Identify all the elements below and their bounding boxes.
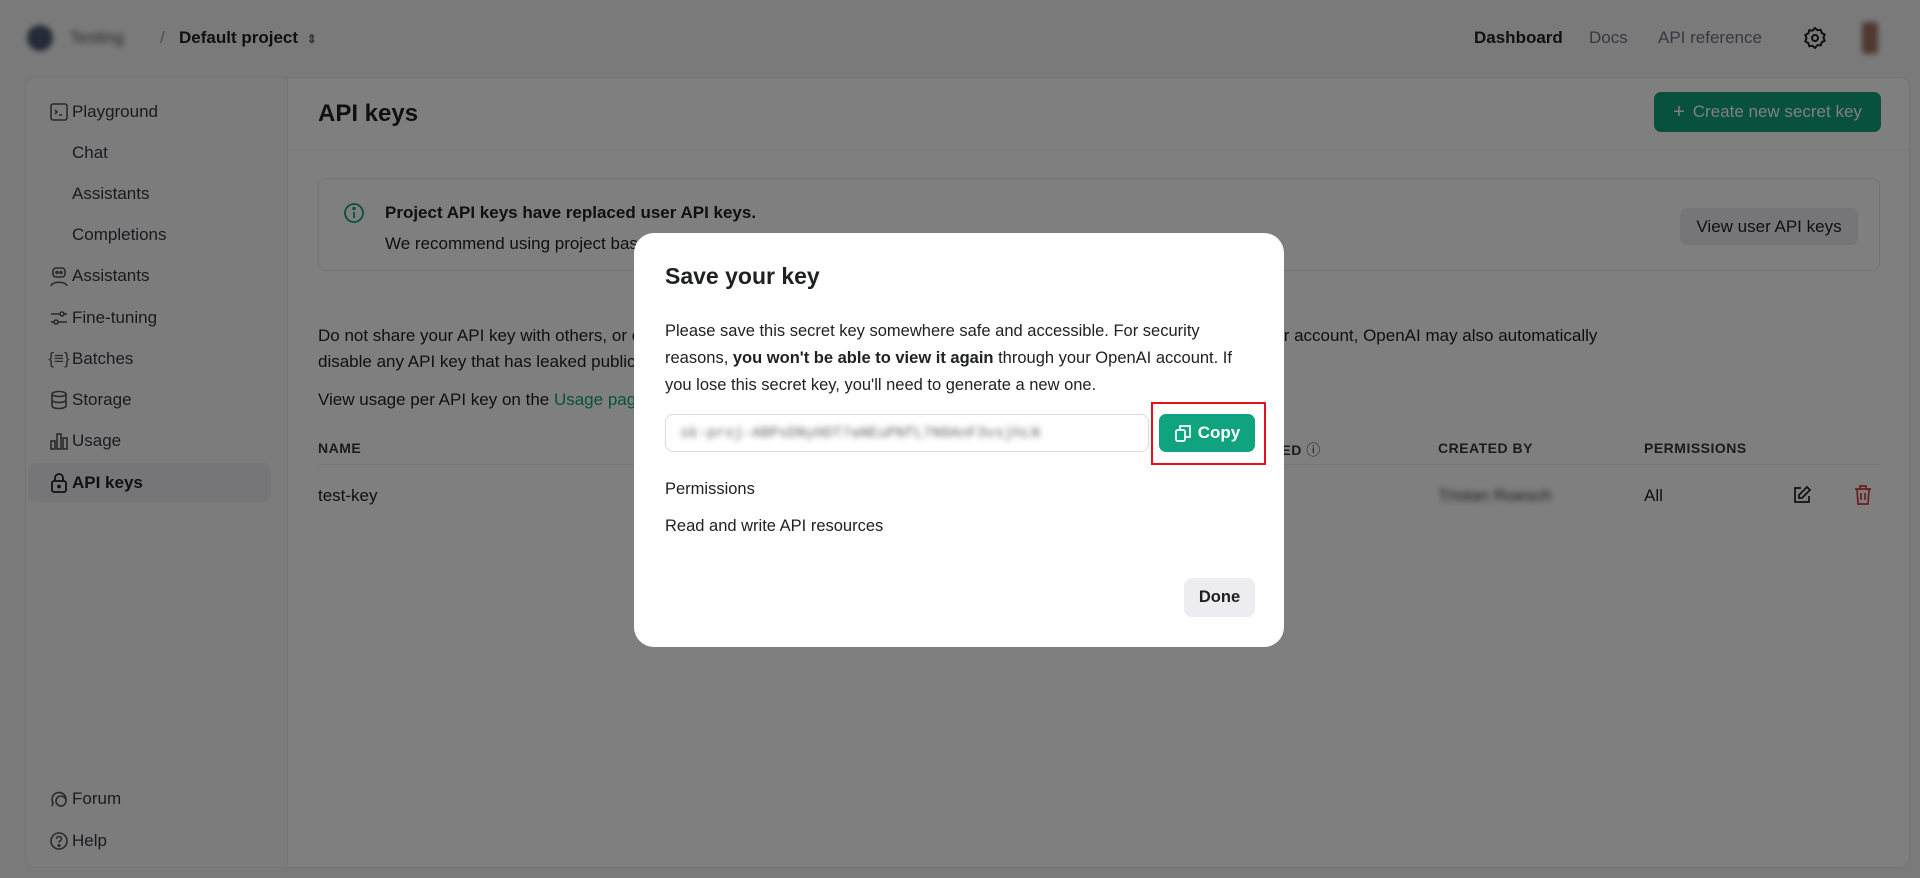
dialog-message: Please save this secret key somewhere sa…: [665, 322, 1232, 394]
secret-key-field[interactable]: sk-proj-ABPsDNyHDT7aNEuPNfL7N8AnF3vsjhLN: [665, 414, 1149, 452]
copy-icon: [1174, 425, 1191, 442]
secret-key-value: sk-proj-ABPsDNyHDT7aNEuPNfL7N8AnF3vsjhLN: [680, 424, 1041, 442]
permissions-label: Permissions: [665, 480, 755, 498]
dialog-title: Save your key: [665, 263, 820, 289]
save-key-dialog: Save your key Please save this secret ke…: [634, 233, 1284, 647]
done-button[interactable]: Done: [1184, 578, 1255, 617]
copy-button[interactable]: Copy: [1159, 414, 1255, 452]
permissions-value: Read and write API resources: [665, 517, 884, 535]
